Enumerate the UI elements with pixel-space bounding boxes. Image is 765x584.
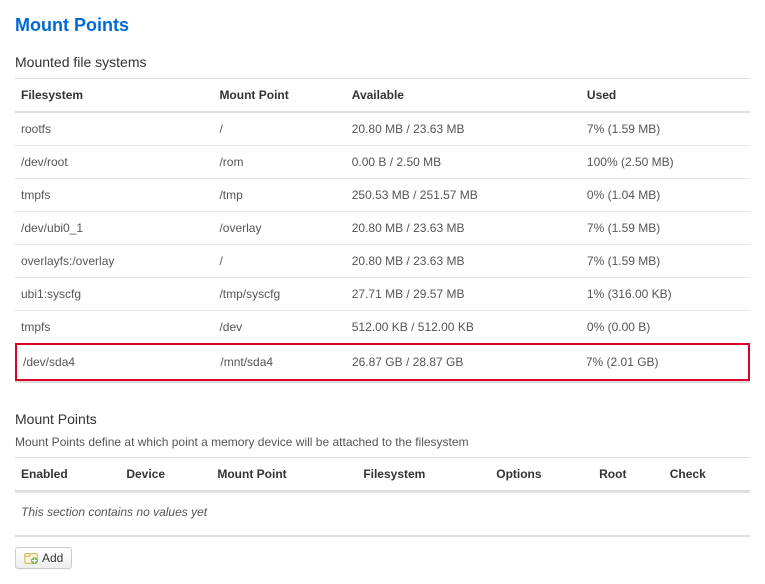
cell-used: 0% (0.00 B) bbox=[581, 311, 750, 344]
table-row: /dev/sda4/mnt/sda426.87 GB / 28.87 GB7% … bbox=[17, 345, 748, 379]
table-row: overlayfs:/overlay/20.80 MB / 23.63 MB7%… bbox=[15, 245, 750, 278]
col-fs: Filesystem bbox=[357, 458, 490, 492]
col-root: Root bbox=[593, 458, 664, 492]
cell-available: 27.71 MB / 29.57 MB bbox=[346, 278, 581, 311]
cell-used: 1% (316.00 KB) bbox=[581, 278, 750, 311]
cell-mountpoint: / bbox=[213, 112, 345, 146]
cell-filesystem: tmpfs bbox=[15, 311, 213, 344]
col-mountpoint: Mount Point bbox=[213, 79, 345, 113]
cell-mountpoint: /tmp/syscfg bbox=[213, 278, 345, 311]
table-row: tmpfs/tmp250.53 MB / 251.57 MB0% (1.04 M… bbox=[15, 179, 750, 212]
cell-available: 512.00 KB / 512.00 KB bbox=[346, 311, 581, 344]
cell-used: 7% (1.59 MB) bbox=[581, 212, 750, 245]
table-row: /dev/ubi0_1/overlay20.80 MB / 23.63 MB7%… bbox=[15, 212, 750, 245]
cell-used: 7% (2.01 GB) bbox=[580, 345, 748, 379]
cell-available: 20.80 MB / 23.63 MB bbox=[346, 245, 581, 278]
cell-mountpoint: /rom bbox=[213, 146, 345, 179]
mounted-fs-table: Filesystem Mount Point Available Used ro… bbox=[15, 78, 750, 383]
cell-available: 26.87 GB / 28.87 GB bbox=[346, 345, 580, 379]
add-button[interactable]: Add bbox=[15, 547, 72, 569]
cell-mountpoint: / bbox=[213, 245, 345, 278]
col-used: Used bbox=[581, 79, 750, 113]
cell-filesystem: rootfs bbox=[15, 112, 213, 146]
cell-used: 100% (2.50 MB) bbox=[581, 146, 750, 179]
cell-mountpoint: /dev bbox=[213, 311, 345, 344]
mountpoints-empty-message: This section contains no values yet bbox=[15, 492, 750, 537]
cell-filesystem: tmpfs bbox=[15, 179, 213, 212]
col-enabled: Enabled bbox=[15, 458, 120, 492]
col-options: Options bbox=[490, 458, 593, 492]
cell-mountpoint: /overlay bbox=[213, 212, 345, 245]
mountpoints-table: Enabled Device Mount Point Filesystem Op… bbox=[15, 457, 750, 492]
add-icon bbox=[24, 551, 38, 565]
cell-available: 250.53 MB / 251.57 MB bbox=[346, 179, 581, 212]
cell-used: 7% (1.59 MB) bbox=[581, 245, 750, 278]
cell-available: 20.80 MB / 23.63 MB bbox=[346, 212, 581, 245]
table-row: tmpfs/dev512.00 KB / 512.00 KB0% (0.00 B… bbox=[15, 311, 750, 344]
mountpoints-legend: Mount Points bbox=[15, 411, 750, 427]
table-row-highlighted: /dev/sda4/mnt/sda426.87 GB / 28.87 GB7% … bbox=[15, 343, 750, 382]
cell-filesystem: ubi1:syscfg bbox=[15, 278, 213, 311]
add-button-label: Add bbox=[42, 551, 63, 565]
cell-used: 7% (1.59 MB) bbox=[581, 112, 750, 146]
col-check: Check bbox=[664, 458, 750, 492]
cell-filesystem: overlayfs:/overlay bbox=[15, 245, 213, 278]
col-filesystem: Filesystem bbox=[15, 79, 213, 113]
col-device: Device bbox=[120, 458, 211, 492]
col-available: Available bbox=[346, 79, 581, 113]
cell-available: 20.80 MB / 23.63 MB bbox=[346, 112, 581, 146]
cell-mountpoint: /tmp bbox=[213, 179, 345, 212]
table-row: rootfs/20.80 MB / 23.63 MB7% (1.59 MB) bbox=[15, 112, 750, 146]
cell-available: 0.00 B / 2.50 MB bbox=[346, 146, 581, 179]
cell-mountpoint: /mnt/sda4 bbox=[214, 345, 346, 379]
col-mp: Mount Point bbox=[211, 458, 357, 492]
cell-filesystem: /dev/ubi0_1 bbox=[15, 212, 213, 245]
highlight-box: /dev/sda4/mnt/sda426.87 GB / 28.87 GB7% … bbox=[15, 343, 750, 381]
table-row: /dev/root/rom0.00 B / 2.50 MB100% (2.50 … bbox=[15, 146, 750, 179]
cell-filesystem: /dev/root bbox=[15, 146, 213, 179]
page-title: Mount Points bbox=[15, 15, 750, 36]
mountpoints-description: Mount Points define at which point a mem… bbox=[15, 435, 750, 449]
cell-filesystem: /dev/sda4 bbox=[17, 345, 214, 379]
mounted-fs-legend: Mounted file systems bbox=[15, 54, 750, 70]
cell-used: 0% (1.04 MB) bbox=[581, 179, 750, 212]
table-row: ubi1:syscfg/tmp/syscfg27.71 MB / 29.57 M… bbox=[15, 278, 750, 311]
